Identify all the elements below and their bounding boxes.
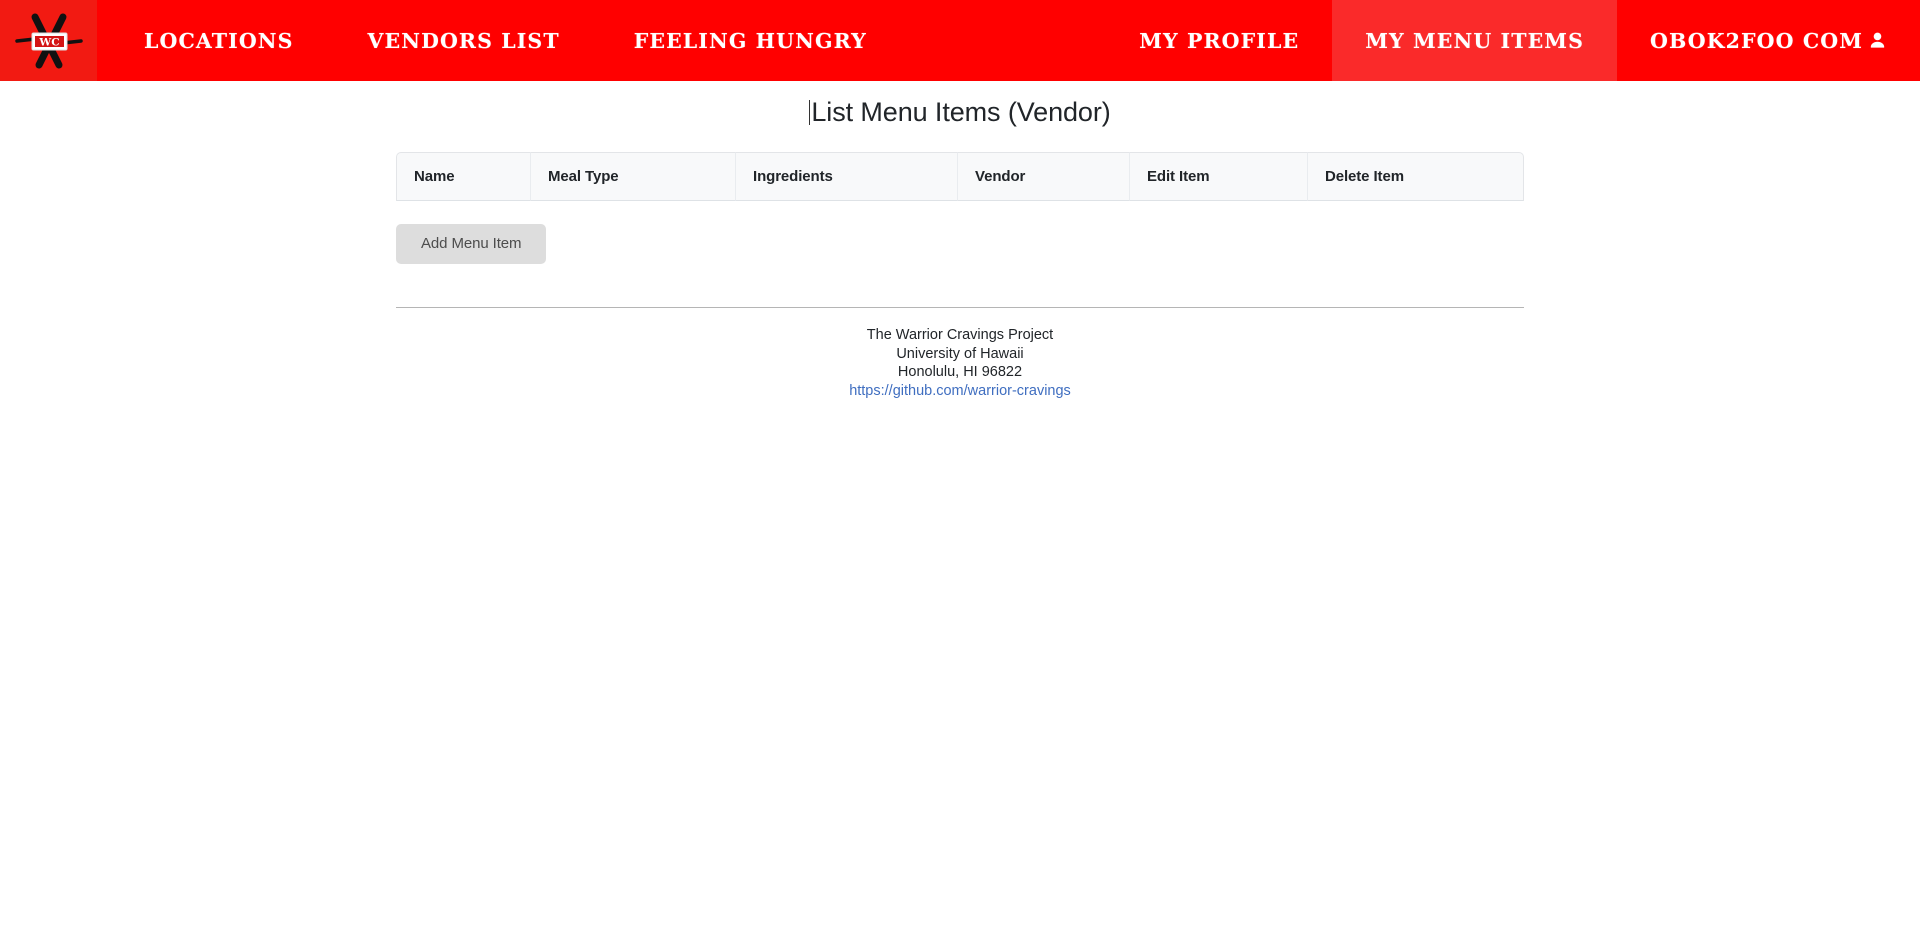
- table-header: Name Meal Type Ingredients Vendor Edit I…: [396, 152, 1524, 201]
- table-header-meal-type[interactable]: Meal Type: [531, 152, 736, 201]
- user-account-label: OBOK2FOO COM: [1650, 28, 1863, 53]
- table-header-ingredients[interactable]: Ingredients: [736, 152, 958, 201]
- nav-item-vendors-list[interactable]: VENDORS LIST: [343, 0, 585, 81]
- nav-item-user-account[interactable]: OBOK2FOO COM: [1617, 0, 1920, 81]
- footer-link-row: https://github.com/warrior-cravings: [396, 382, 1524, 401]
- top-navbar: WC LOCATIONS VENDORS LIST FEELING HUNGRY…: [0, 0, 1920, 81]
- nav-item-feeling-hungry[interactable]: FEELING HUNGRY: [609, 0, 892, 81]
- nav-right-group: MY PROFILE MY MENU ITEMS OBOK2FOO COM: [1106, 0, 1920, 81]
- brand-logo[interactable]: WC: [0, 0, 97, 81]
- table-header-edit-item[interactable]: Edit Item: [1130, 152, 1308, 201]
- table-header-vendor[interactable]: Vendor: [958, 152, 1130, 201]
- nav-item-locations[interactable]: LOCATIONS: [119, 0, 319, 81]
- brand-badge-text: WC: [38, 36, 59, 48]
- footer-organization: University of Hawaii: [896, 345, 1024, 362]
- warrior-cravings-logo-icon: WC: [14, 13, 83, 68]
- add-menu-item-button[interactable]: Add Menu Item: [396, 224, 547, 264]
- table-header-delete-item[interactable]: Delete Item: [1308, 152, 1524, 201]
- content-container: Name Meal Type Ingredients Vendor Edit I…: [396, 152, 1524, 400]
- nav-left-group: LOCATIONS VENDORS LIST FEELING HUNGRY: [119, 0, 916, 81]
- nav-item-my-profile[interactable]: MY PROFILE: [1106, 0, 1332, 81]
- menu-items-table: Name Meal Type Ingredients Vendor Edit I…: [396, 152, 1524, 201]
- footer-github-link[interactable]: https://github.com/warrior-cravings: [849, 383, 1071, 399]
- user-icon: [1868, 31, 1887, 55]
- table-header-row: Name Meal Type Ingredients Vendor Edit I…: [396, 152, 1524, 201]
- footer-project-name: The Warrior Cravings Project: [866, 327, 1054, 343]
- page-footer: The Warrior Cravings Project University …: [396, 308, 1524, 400]
- table-header-name[interactable]: Name: [396, 152, 531, 201]
- footer-address: Honolulu, HI 96822: [897, 364, 1023, 381]
- page-title-text: List Menu Items (Vendor): [811, 97, 1111, 127]
- nav-item-my-menu-items[interactable]: MY MENU ITEMS: [1332, 0, 1618, 81]
- menu-items-table-wrapper: Name Meal Type Ingredients Vendor Edit I…: [396, 152, 1524, 201]
- page-title: List Menu Items (Vendor): [0, 97, 1920, 128]
